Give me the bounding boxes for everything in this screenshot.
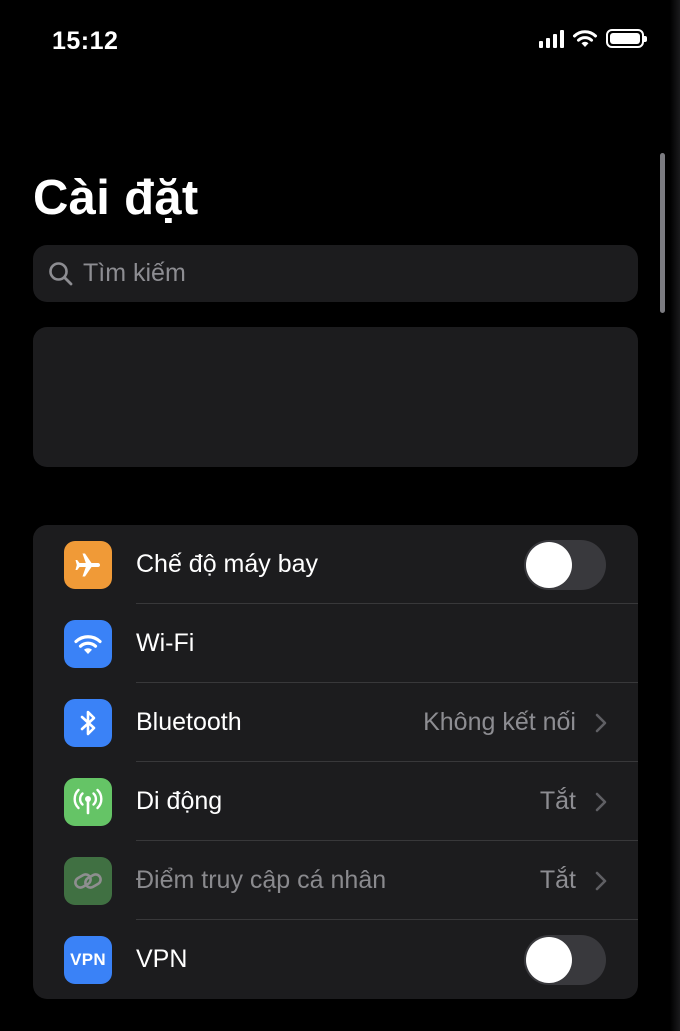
battery-icon — [606, 28, 647, 48]
page-title: Cài đặt — [33, 171, 199, 225]
cellular-antenna-icon — [64, 778, 112, 826]
profile-card[interactable] — [33, 327, 638, 467]
airplane-mode-toggle[interactable] — [524, 540, 606, 590]
personal-hotspot-icon — [64, 857, 112, 905]
settings-row-wifi[interactable]: Wi-Fi — [33, 604, 638, 683]
scroll-indicator[interactable] — [660, 153, 665, 313]
vpn-label: VPN — [136, 945, 188, 973]
vpn-icon: VPN — [64, 936, 112, 984]
chevron-right-icon — [595, 871, 607, 890]
bluetooth-label: Bluetooth — [136, 708, 242, 736]
settings-row-cellular[interactable]: Di động Tắt — [33, 762, 638, 841]
settings-screen: 15:12 Cài đặt Tìm kiếm Chế độ máy bay Wi… — [0, 0, 680, 1031]
search-icon — [49, 261, 73, 285]
vpn-icon-text: VPN — [70, 950, 106, 969]
settings-row-airplane-mode[interactable]: Chế độ máy bay — [33, 525, 638, 604]
wifi-label: Wi-Fi — [136, 629, 195, 657]
status-time: 15:12 — [52, 27, 119, 55]
settings-row-bluetooth[interactable]: Bluetooth Không kết nối — [33, 683, 638, 762]
settings-row-vpn[interactable]: VPN VPN — [33, 920, 638, 999]
wifi-icon — [64, 620, 112, 668]
bluetooth-icon — [64, 699, 112, 747]
settings-group: Chế độ máy bay Wi-Fi Bluetooth Không kết… — [33, 525, 638, 999]
cellular-label: Di động — [136, 787, 223, 815]
cellular-status: Tắt — [539, 787, 576, 815]
cellular-signal-icon — [539, 28, 564, 48]
settings-row-personal-hotspot[interactable]: Điểm truy cập cá nhân Tắt — [33, 841, 638, 920]
personal-hotspot-status: Tắt — [539, 866, 576, 894]
search-field[interactable]: Tìm kiếm — [33, 245, 638, 302]
personal-hotspot-label: Điểm truy cập cá nhân — [136, 866, 387, 894]
wifi-icon — [573, 30, 597, 47]
screen-edge — [670, 0, 680, 1031]
chevron-right-icon — [595, 713, 607, 732]
chevron-right-icon — [595, 792, 607, 811]
bluetooth-status: Không kết nối — [423, 708, 576, 736]
search-placeholder: Tìm kiếm — [83, 259, 186, 287]
vpn-toggle[interactable] — [524, 935, 606, 985]
status-icons — [539, 28, 647, 48]
airplane-icon — [64, 541, 112, 589]
airplane-mode-label: Chế độ máy bay — [136, 550, 319, 578]
